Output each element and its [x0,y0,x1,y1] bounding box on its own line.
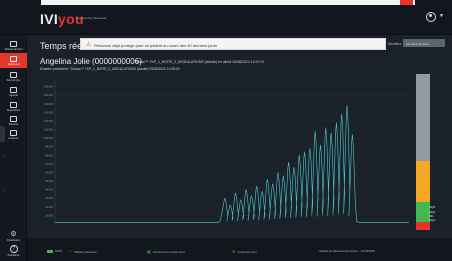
warning-icon: ⚠ [86,42,92,48]
patient-trace-info: Thorax™ TKP_1_BOITE_2_MODULATIONS (Adult… [134,60,265,64]
y-tick-label: 100 000 [44,136,54,140]
bolt-icon: ⚡ [69,249,72,254]
monitor-select[interactable]: Moniteur de base [403,39,445,47]
status-footer: 100% ⚡ Tablette présentée ▦ Connecté au … [27,238,452,261]
waveform-line [55,105,409,224]
level-gauge [416,74,430,230]
y-tick-label: 150 000 [44,93,54,97]
y-tick-label: 30 000 [45,196,53,200]
sidebar-item-realtime[interactable]: Temps réel [0,53,27,68]
sidebar-item-dashboard[interactable]: Tableau de bord [0,38,27,53]
y-tick-label: 60 000 [45,170,53,174]
help-icon: ? [9,245,18,253]
sidebar-item-acquisitions[interactable]: Acquisitions [0,99,27,114]
tablet-text: Tablette présentée [73,249,97,254]
sidebar-item-label: Assistance [7,254,20,257]
realtime-icon [10,55,17,62]
gauge-segment [416,74,430,162]
y-tick-label: 50 000 [45,179,53,183]
alert-banner: ⚠ Personne déjà protégé pour ce patient … [80,38,386,50]
y-tick-label: 70 000 [45,162,53,166]
y-tick-label: 40 000 [45,188,53,192]
waveform-chart: 10 000 20 000 30 000 40 000 50 000 60 000 70 0… [33,72,411,230]
y-tick-label: 140 000 [44,102,54,106]
sidebar-item-agenda[interactable]: Agenda [0,84,27,99]
app-header: IVIyou powered by Neoventa ▼ [0,0,452,35]
battery-icon [47,249,53,253]
page-title: Temps réel [40,41,85,51]
y-tick-label: 160 000 [44,85,54,89]
logo-subtitle: powered by Neoventa [77,16,107,20]
gear-icon: ⚙ [10,231,17,238]
subscription-status: Validité de l'abonnement IVIyou : 13/10/… [319,249,374,253]
analyses-icon [10,129,17,136]
sidebar-item-label: Analyses [8,136,19,140]
today-icon [10,71,17,78]
waveform-svg: 10 000 20 000 30 000 40 000 50 000 60 000 70 0… [44,78,409,224]
battery-status: 100% [47,249,62,253]
remote-status: ▦ Connecté au réseau local [147,249,185,254]
calendar-icon [10,86,17,93]
y-tick-label: 110 000 [44,128,54,132]
y-tick-label: 120 000 [44,119,54,123]
y-tick-label: 90 000 [45,145,53,149]
gauge-segment [416,161,430,202]
collapse-arrow-icon[interactable]: › [3,153,4,158]
sidebar-toggle-handle[interactable] [0,126,5,142]
user-avatar-icon[interactable] [426,12,436,22]
expand-arrow-icon[interactable]: › [3,187,4,192]
patient-name: Angelina Jolie (0000000006) [40,57,142,66]
y-tick-label: 10 000 [45,213,53,217]
previous-exam-info: Examen précédent : Thorax™ TKP_1_BOITE_2… [40,67,180,71]
sidebar-item-settings[interactable]: ⚙ Paramètres [0,230,27,242]
sidebar-item-label: Paramètres [7,239,20,242]
top-notice-bar [41,0,415,5]
gauge-label-nq1: NQ1 [429,218,436,222]
subscription-text: Validité de l'abonnement IVIyou : 13/10/… [319,249,375,253]
tablet-status: ⚡ Tablette présentée [69,249,97,254]
sidebar-item-today[interactable]: Suivi du jour [0,69,27,84]
wifi-status: ≋ Connexion wi-fi [232,249,256,254]
wifi-text: Connexion wi-fi [237,249,257,254]
gauge-segment [416,222,430,230]
y-tick-label: 20 000 [45,205,53,209]
chevron-down-icon[interactable]: ▼ [439,13,444,19]
wifi-icon: ≋ [232,249,236,254]
sidebar-item-label: Tableau de bord [4,47,23,51]
sidebar-item-label: Temps réel [7,62,20,66]
sidebar-item-label: Sécurité [8,122,19,126]
sidebar-item-help[interactable]: ? Assistance [0,245,27,257]
monitor-label: Moniteur [388,42,402,46]
acquisitions-icon [10,101,17,108]
remote-text: Connecté au réseau local [152,249,185,254]
logo-text-ivi: IVI [40,11,59,27]
network-icon: ▦ [147,249,151,254]
sidebar-item-label: Acquisitions [6,108,21,112]
top-notice-accent[interactable] [400,0,413,5]
sidebar-item-label: Suivi du jour [6,78,21,82]
y-tick-label: 130 000 [44,110,54,114]
gauge-label-nq3: NQ3 [429,205,436,209]
y-tick-label: 80 000 [45,153,53,157]
gauge-segment [416,201,430,223]
battery-value: 100% [55,249,63,253]
dashboard-icon [10,40,17,47]
alert-text: Personne déjà protégé pour ce patient au… [94,42,217,48]
sidebar-item-label: Agenda [9,93,18,97]
sidebar-nav: Tableau de bord Temps réel Suivi du jour… [0,35,27,261]
security-icon [10,115,17,122]
